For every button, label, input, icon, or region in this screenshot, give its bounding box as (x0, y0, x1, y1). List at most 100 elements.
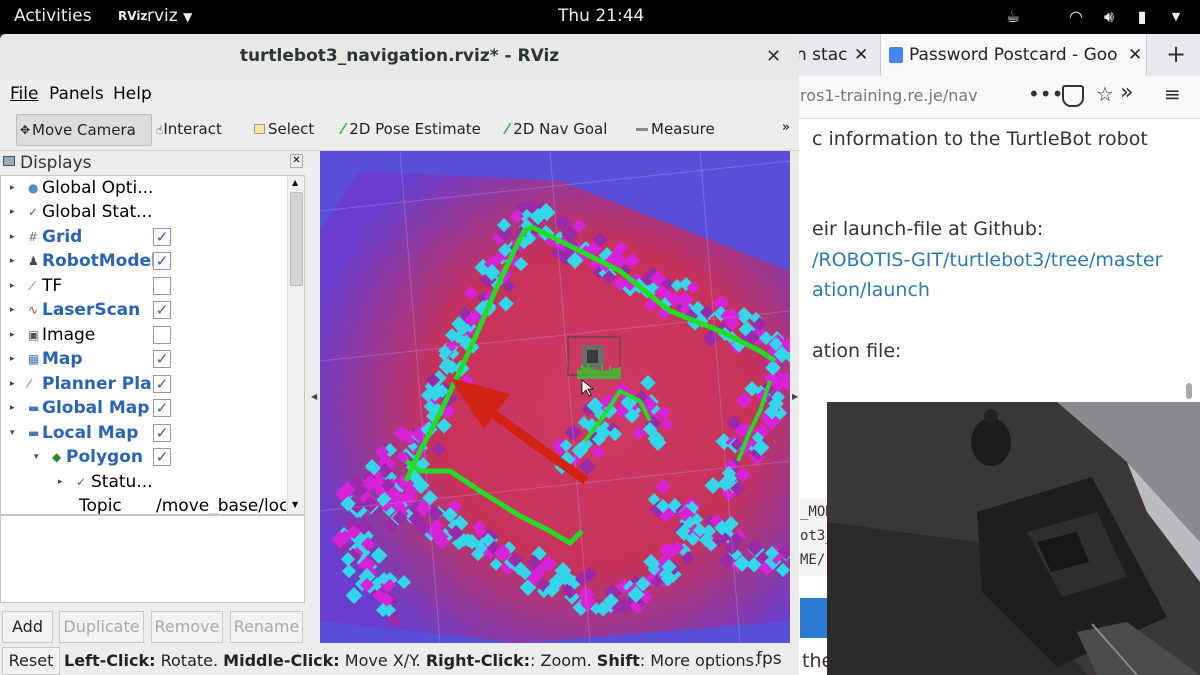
hamburger-menu-icon[interactable]: ≡ (1164, 82, 1181, 106)
display-tf[interactable]: ▸ ⟋ TF (1, 274, 287, 298)
collapse-arrow-icon[interactable]: ▾ (10, 421, 15, 445)
expand-arrow-icon[interactable]: ▸ (10, 372, 15, 396)
pose-arrow-icon: ⁄ (342, 120, 345, 138)
wifi-icon[interactable]: ◠ (1066, 7, 1086, 27)
nav-goal-tool[interactable]: ⁄ 2D Nav Goal (506, 114, 626, 144)
display-global-options[interactable]: ▸ ● Global Opti... (1, 176, 287, 200)
robotmodel-checkbox[interactable]: ✓ (153, 252, 171, 270)
expand-arrow-icon[interactable]: ▸ (10, 225, 15, 249)
display-polygon[interactable]: ▾ ◆ Polygon ✓ (1, 445, 287, 469)
pose-estimate-label: 2D Pose Estimate (349, 120, 481, 138)
global-map-checkbox[interactable]: ✓ (153, 399, 171, 417)
browser-tab-1[interactable]: n stac ✕ (796, 34, 876, 76)
toolbar-overflow-icon[interactable]: » (782, 120, 790, 135)
rename-button[interactable]: Rename (230, 611, 303, 643)
expand-arrow-icon[interactable]: ▸ (10, 396, 15, 420)
display-planner-plan[interactable]: ▸ ⁄ Planner Plan ✓ (1, 372, 287, 396)
new-tab-icon[interactable]: + (1166, 40, 1186, 68)
browser-tab-2[interactable]: Password Postcard - Goo ✕ (880, 34, 1147, 76)
display-robotmodel[interactable]: ▸ ♟ RobotModel ✓ (1, 249, 287, 273)
right-click-action: : Zoom. (530, 651, 597, 670)
github-link-cont[interactable]: ation/launch (812, 279, 930, 301)
image-checkbox[interactable] (153, 326, 171, 344)
measure-tool[interactable]: Measure (636, 114, 736, 144)
clock[interactable]: Thu 21:44 (558, 6, 644, 26)
menu-file[interactable]: File (10, 84, 38, 104)
interact-tool[interactable]: ☝Interact (156, 114, 246, 144)
battery-icon[interactable]: ▮ (1132, 7, 1152, 27)
more-icon[interactable]: ••• (1028, 82, 1063, 106)
local-map-checkbox[interactable]: ✓ (153, 424, 171, 442)
volume-icon[interactable]: 🔊︎ (1099, 7, 1119, 27)
display-global-map[interactable]: ▸ ▬ Global Map ✓ (1, 396, 287, 420)
planner-plan-checkbox[interactable]: ✓ (153, 375, 171, 393)
display-laserscan[interactable]: ▸ ∿ LaserScan ✓ (1, 298, 287, 322)
scroll-down-icon[interactable]: ▼ (292, 500, 298, 509)
checkmark-icon: ✓ (76, 475, 87, 489)
expand-arrow-icon[interactable]: ▸ (10, 200, 15, 224)
measure-label: Measure (651, 120, 715, 138)
github-link[interactable]: /ROBOTIS-GIT/turtlebot3/tree/master (812, 249, 1162, 271)
close-window-icon[interactable]: ✕ (766, 46, 781, 67)
browser-tab-strip: n stac ✕ Password Postcard - Goo ✕ + (790, 34, 1200, 77)
pose-estimate-tool[interactable]: ⁄ 2D Pose Estimate (342, 114, 492, 144)
display-polygon-status[interactable]: ▸ ✓ Statu... (1, 470, 287, 494)
laserscan-checkbox[interactable]: ✓ (153, 301, 171, 319)
display-map[interactable]: ▸ ▦ Map ✓ (1, 347, 287, 371)
app-menu-button[interactable]: rviz ▼ (147, 6, 192, 26)
display-global-status[interactable]: ▸ ✓ Global Stat... (1, 200, 287, 224)
expand-arrow-icon[interactable]: ▸ (10, 176, 15, 200)
select-tool[interactable]: Select (254, 114, 334, 144)
left-collapse-handle-icon[interactable]: ◀ (311, 392, 317, 401)
overflow-chevron-icon[interactable]: » (1120, 80, 1133, 105)
close-icon[interactable]: ✕ (854, 34, 868, 76)
displays-scrollbar[interactable]: ▲ ▼ (287, 176, 304, 514)
map-checkbox[interactable]: ✓ (153, 350, 171, 368)
move-camera-tool[interactable]: ✥ Move Camera (16, 114, 152, 146)
collapse-arrow-icon[interactable]: ▾ (34, 445, 39, 469)
topic-value[interactable]: /move_base/loc (156, 494, 286, 514)
coffee-icon[interactable]: ☕ (1003, 7, 1023, 27)
expand-arrow-icon[interactable]: ▸ (10, 347, 15, 371)
image-icon: ▣ (28, 328, 40, 342)
scrollbar-thumb[interactable] (1186, 383, 1192, 399)
ruler-icon (636, 128, 648, 131)
robot-model (582, 345, 604, 369)
display-grid[interactable]: ▸ # Grid ✓ (1, 225, 287, 249)
expand-arrow-icon[interactable]: ▸ (10, 274, 15, 298)
menu-help[interactable]: Help (113, 84, 152, 104)
render-view-3d[interactable] (320, 151, 790, 643)
right-collapse-handle-icon[interactable]: ▶ (792, 392, 798, 401)
tab-1-label: n stac (796, 45, 848, 65)
expand-arrow-icon[interactable]: ▸ (10, 298, 15, 322)
reset-button[interactable]: Reset (2, 647, 60, 675)
expand-arrow-icon[interactable]: ▸ (10, 249, 15, 273)
display-properties-box (0, 515, 305, 603)
polygon-checkbox[interactable]: ✓ (153, 448, 171, 466)
remove-button[interactable]: Remove (151, 611, 223, 643)
display-polygon-topic[interactable]: Topic /move_base/loc (1, 494, 287, 514)
globe-icon: ● (28, 181, 39, 195)
scroll-up-icon[interactable]: ▲ (292, 178, 298, 187)
expand-arrow-icon[interactable]: ▸ (10, 323, 15, 347)
duplicate-button[interactable]: Duplicate (59, 611, 144, 643)
tf-checkbox[interactable] (153, 277, 171, 295)
scroll-thumb[interactable] (290, 192, 303, 286)
pocket-icon[interactable] (1062, 85, 1084, 107)
url-field[interactable]: ros1-training.re.je/nav (800, 86, 995, 105)
menu-panels[interactable]: Panels (49, 84, 104, 104)
display-label: Map (42, 349, 83, 369)
bookmark-star-icon[interactable]: ☆ (1096, 82, 1114, 106)
displays-title: Displays (20, 153, 92, 173)
display-label: Statu... (91, 472, 153, 492)
activities-button[interactable]: Activities (14, 6, 92, 26)
expand-arrow-icon[interactable]: ▸ (58, 470, 63, 494)
grid-checkbox[interactable]: ✓ (153, 228, 171, 246)
display-local-map[interactable]: ▾ ▬ Local Map ✓ (1, 421, 287, 445)
close-icon[interactable]: ✕ (1128, 34, 1142, 76)
display-image[interactable]: ▸ ▣ Image (1, 323, 287, 347)
panel-close-icon[interactable]: ✕ (290, 154, 303, 168)
add-button[interactable]: Add (2, 611, 53, 643)
blue-banner (800, 598, 830, 638)
system-menu-chevron-icon[interactable]: ▼ (1166, 7, 1186, 27)
